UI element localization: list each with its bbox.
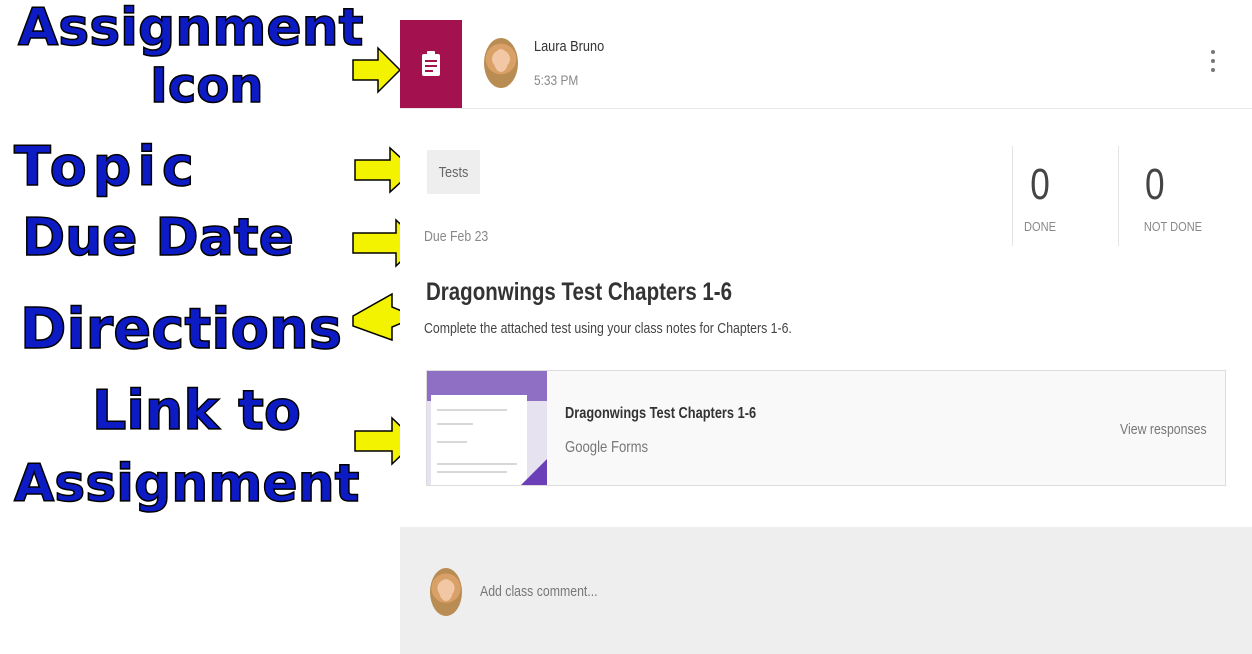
author-avatar[interactable] <box>484 38 518 88</box>
stat-done[interactable]: 0 DONE <box>1020 160 1060 235</box>
class-comment-input[interactable]: Add class comment... <box>480 583 598 600</box>
stats-divider <box>1012 146 1013 246</box>
stats-divider <box>1118 146 1119 246</box>
clipboard-icon <box>422 51 440 76</box>
attachment-card[interactable]: Dragonwings Test Chapters 1-6 Google For… <box>426 370 1226 486</box>
post-header <box>400 0 1252 109</box>
yellow-arrow-icon <box>352 46 402 94</box>
assignment-title[interactable]: Dragonwings Test Chapters 1-6 <box>426 278 732 307</box>
attachment-source: Google Forms <box>565 439 649 456</box>
stat-not-done[interactable]: 0 NOT DONE <box>1128 160 1218 235</box>
google-forms-thumbnail[interactable] <box>427 371 547 485</box>
annotation-due-date: Due Date <box>21 208 294 268</box>
annotation-topic: Topic <box>13 135 200 198</box>
topic-label: Tests <box>438 163 469 181</box>
assignment-icon-tile <box>400 20 462 108</box>
view-responses-link[interactable]: View responses <box>1120 421 1207 438</box>
assignment-directions: Complete the attached test using your cl… <box>424 320 792 337</box>
topic-chip[interactable]: Tests <box>427 150 480 194</box>
done-count: 0 <box>1030 160 1050 209</box>
kebab-menu-icon[interactable] <box>1203 50 1223 80</box>
annotation-directions: Directions <box>19 297 343 362</box>
annotation-label: Assignment <box>17 0 364 58</box>
not-done-count: 0 <box>1145 160 1165 209</box>
annotation-label: Icon <box>149 58 264 114</box>
done-label: DONE <box>1024 219 1056 234</box>
post-time: 5:33 PM <box>534 72 579 88</box>
annotation-label: Link to <box>91 379 302 442</box>
forms-fold-icon <box>521 459 547 485</box>
annotation-label: Assignment <box>13 454 360 514</box>
commenter-avatar <box>430 568 462 616</box>
attachment-title[interactable]: Dragonwings Test Chapters 1-6 <box>565 405 756 423</box>
author-name[interactable]: Laura Bruno <box>534 38 604 55</box>
not-done-label: NOT DONE <box>1143 219 1203 234</box>
due-date: Due Feb 23 <box>424 228 489 245</box>
